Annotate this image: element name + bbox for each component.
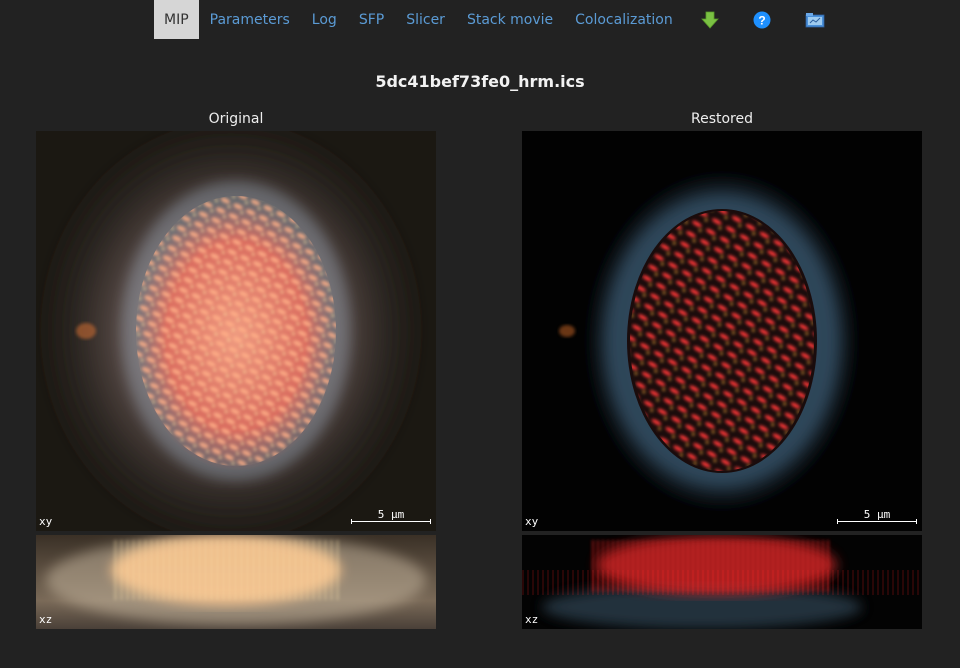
download-arrow-icon <box>700 11 719 29</box>
restored-xy-view[interactable]: xy 5 µm <box>522 131 922 531</box>
page-title: 5dc41bef73fe0_hrm.ics <box>375 72 585 91</box>
xy-label: xy <box>525 515 539 528</box>
help-button[interactable]: ? <box>736 0 788 39</box>
svg-text:?: ? <box>758 13 765 27</box>
xz-label: xz <box>525 613 539 626</box>
tab-mip[interactable]: MIP <box>154 0 199 39</box>
original-xz-view[interactable]: xz <box>36 535 436 629</box>
tab-log[interactable]: Log <box>301 0 348 39</box>
folder-icon <box>805 12 825 27</box>
scale-bar-line <box>351 519 431 524</box>
original-label: Original <box>208 111 264 127</box>
top-nav: MIP Parameters Log SFP Slicer Stack movi… <box>154 0 842 39</box>
scale-bar: 5 µm <box>837 508 917 524</box>
xy-label: xy <box>39 515 53 528</box>
original-xy-view[interactable]: xy 5 µm <box>36 131 436 531</box>
scale-bar: 5 µm <box>351 508 431 524</box>
restored-xz-view[interactable]: xz <box>522 535 922 629</box>
xz-label: xz <box>39 613 53 626</box>
tab-colocalization[interactable]: Colocalization <box>564 0 684 39</box>
scale-bar-line <box>837 519 917 524</box>
help-icon: ? <box>753 11 771 28</box>
tab-parameters[interactable]: Parameters <box>199 0 301 39</box>
download-button[interactable] <box>684 0 736 39</box>
original-xy-image <box>36 131 436 531</box>
original-xz-image <box>36 535 436 629</box>
restored-xy-image <box>522 131 922 531</box>
tab-slicer[interactable]: Slicer <box>395 0 456 39</box>
restored-label: Restored <box>690 111 753 127</box>
tab-stack-movie[interactable]: Stack movie <box>456 0 564 39</box>
folder-button[interactable] <box>788 0 842 39</box>
tab-sfp[interactable]: SFP <box>348 0 395 39</box>
restored-xz-image <box>522 535 922 629</box>
